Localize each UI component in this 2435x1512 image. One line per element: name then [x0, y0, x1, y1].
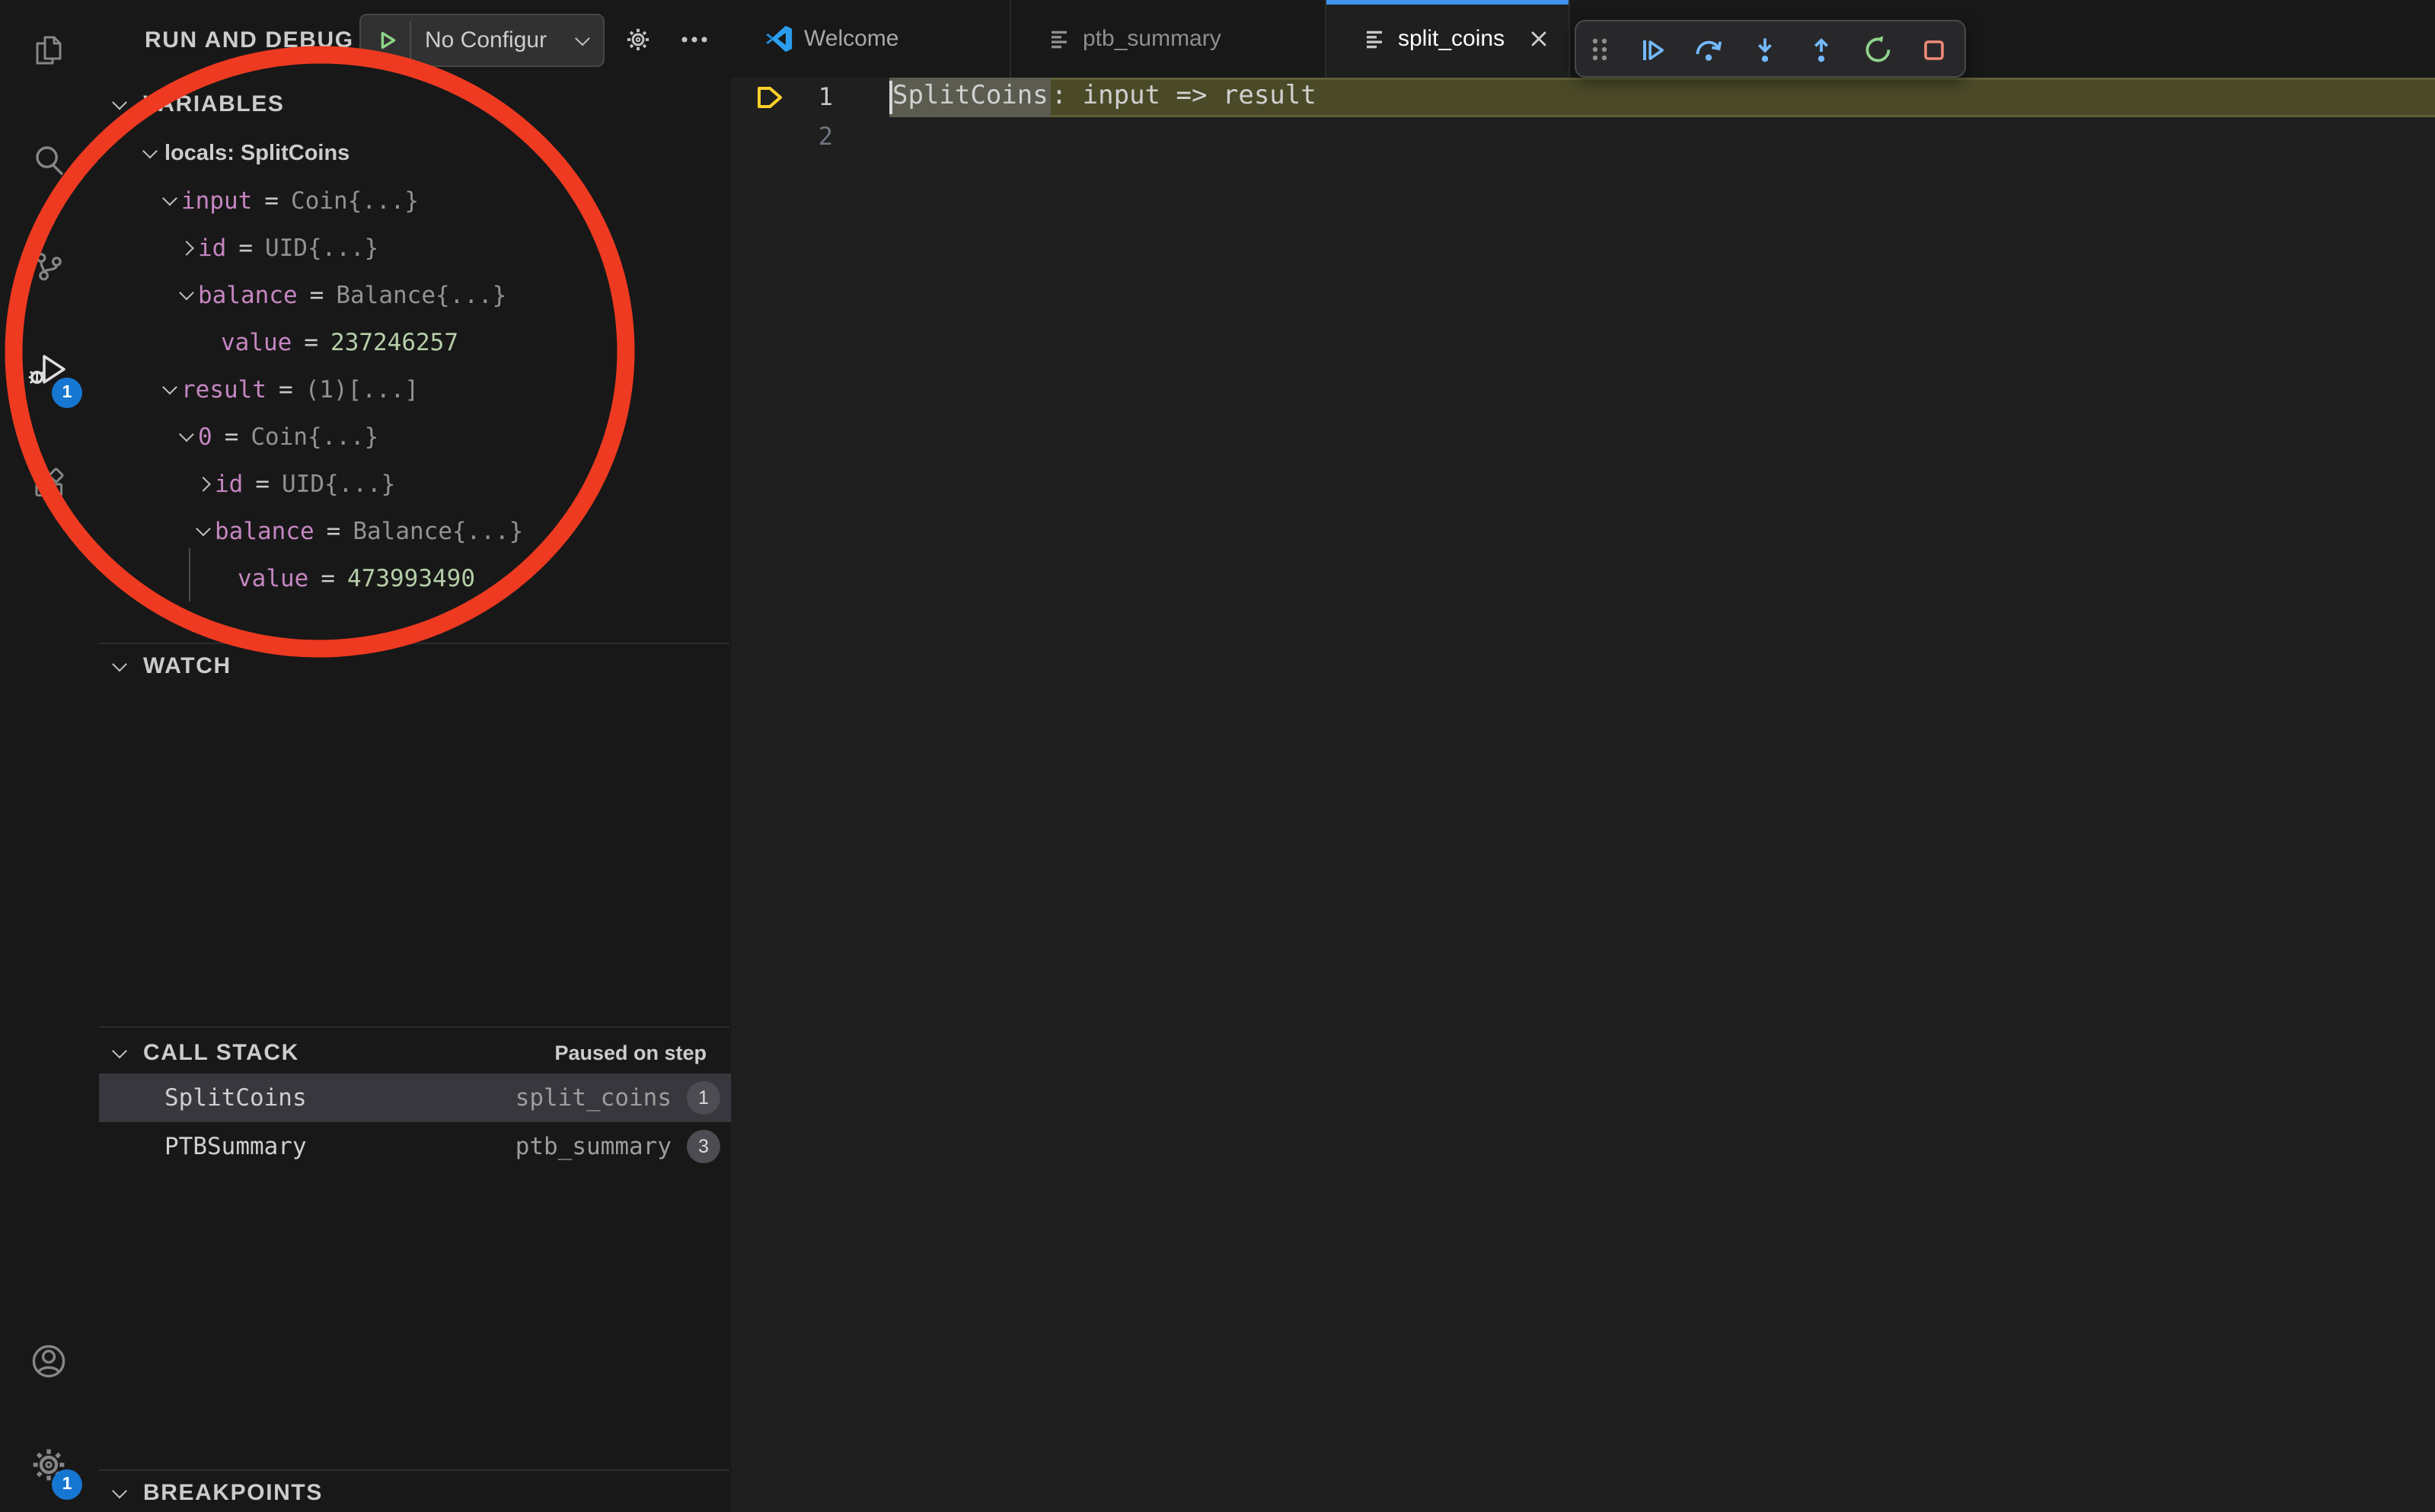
tab-ptb-summary[interactable]: ptb_summary: [1011, 0, 1326, 78]
activity-bar: 1: [0, 0, 101, 1512]
pause-status: Paused on step: [554, 1041, 707, 1064]
code-line[interactable]: SplitCoins: input => result: [889, 78, 1316, 116]
highlighted-word: SplitCoins: [889, 78, 1052, 116]
extensions-icon[interactable]: [0, 464, 97, 501]
variable-row[interactable]: id=UID{...}: [99, 460, 731, 507]
settings-badge: 1: [52, 1469, 82, 1500]
editor-group: Welcome ptb_summary spli: [731, 0, 2435, 1512]
list-icon: [1363, 27, 1387, 51]
variable-row[interactable]: id=UID{...}: [99, 224, 731, 271]
section-divider: [99, 1469, 729, 1471]
tab-welcome[interactable]: Welcome: [731, 0, 1011, 78]
line-number: 1: [731, 78, 833, 116]
stack-frame-row[interactable]: PTBSummary ptb_summary 3: [99, 1122, 731, 1171]
call-stack-section-label: CALL STACK: [143, 1040, 299, 1066]
debug-config-dropdown[interactable]: No Configur: [359, 14, 605, 67]
frame-line-badge: 3: [687, 1130, 720, 1163]
watch-section-label: WATCH: [143, 653, 231, 679]
drag-handle-icon[interactable]: [1582, 33, 1616, 66]
stop-icon[interactable]: [1917, 33, 1951, 66]
chevron-down-icon[interactable]: [574, 30, 594, 50]
tab-label: split_coins: [1398, 26, 1505, 52]
account-icon[interactable]: [0, 1341, 97, 1381]
sidebar-title: RUN AND DEBUG: [145, 27, 354, 53]
tab-label: Welcome: [804, 26, 899, 52]
call-stack-section-header[interactable]: CALL STACK Paused on step: [99, 1032, 731, 1073]
variables-section-header[interactable]: VARIABLES: [99, 84, 731, 125]
chevron-down-icon: [178, 285, 198, 305]
chevron-none: [201, 332, 221, 352]
stack-frame-row[interactable]: SplitCoins split_coins 1: [99, 1073, 731, 1122]
list-icon: [1048, 27, 1072, 51]
explorer-icon[interactable]: [0, 32, 97, 69]
step-into-icon[interactable]: [1748, 33, 1782, 66]
step-out-icon[interactable]: [1805, 33, 1838, 66]
variable-row[interactable]: 0=Coin{...}: [99, 413, 731, 460]
debug-toolbar: [1575, 19, 1966, 78]
section-divider: [99, 1026, 729, 1028]
variable-row[interactable]: result=(1)[...]: [99, 365, 731, 413]
debug-badge: 1: [52, 378, 82, 408]
scope-label: locals: SplitCoins: [164, 141, 349, 165]
variable-row[interactable]: input=Coin{...}: [99, 177, 731, 224]
chevron-right-icon: [195, 474, 215, 493]
chevron-right-icon: [178, 238, 198, 257]
vscode-window: 1: [0, 0, 2435, 1512]
start-debug-play-icon[interactable]: [378, 30, 397, 50]
variable-row[interactable]: value=237246257: [99, 318, 731, 365]
chevron-down-icon: [111, 656, 131, 676]
continue-icon[interactable]: [1636, 33, 1669, 66]
gear-icon[interactable]: [624, 26, 652, 53]
chevron-down-icon: [111, 1483, 131, 1503]
variable-row[interactable]: balance=Balance{...}: [99, 507, 731, 554]
chevron-down-icon: [195, 521, 215, 541]
chevron-none: [218, 568, 238, 588]
source-control-icon[interactable]: [0, 248, 97, 285]
vscode-logo-icon: [764, 24, 793, 53]
scope-row[interactable]: locals: SplitCoins: [99, 129, 731, 177]
variables-tree: locals: SplitCoins input=Coin{...} id=UI…: [99, 129, 731, 601]
chevron-down-icon: [142, 143, 161, 163]
chevron-down-icon: [111, 94, 131, 114]
close-icon[interactable]: [1523, 24, 1553, 54]
tab-label: ptb_summary: [1083, 26, 1221, 52]
settings-gear-icon[interactable]: [0, 1445, 97, 1485]
text-cursor: [889, 81, 892, 113]
chevron-down-icon: [111, 1043, 131, 1063]
config-dropdown-label[interactable]: No Configur: [425, 27, 574, 53]
chevron-down-icon: [161, 379, 181, 399]
breakpoints-section-label: BREAKPOINTS: [143, 1480, 323, 1506]
indent-guide: [189, 548, 190, 601]
run-debug-sidebar: RUN AND DEBUG No Configur: [99, 0, 732, 1512]
watch-section-header[interactable]: WATCH: [99, 646, 731, 687]
frame-line-badge: 1: [687, 1081, 720, 1115]
chevron-down-icon: [178, 426, 198, 446]
chevron-down-icon: [161, 190, 181, 210]
section-divider: [99, 643, 729, 644]
variable-row[interactable]: value=473993490: [99, 554, 731, 601]
restart-icon[interactable]: [1861, 33, 1894, 66]
dropdown-divider: [410, 21, 411, 60]
variable-row[interactable]: balance=Balance{...}: [99, 271, 731, 318]
breakpoints-section-header[interactable]: BREAKPOINTS: [99, 1472, 731, 1512]
more-actions-icon[interactable]: [679, 27, 710, 52]
run-debug-icon[interactable]: [0, 347, 97, 393]
search-icon[interactable]: [0, 142, 97, 178]
line-number: 2: [731, 116, 833, 155]
tab-split-coins[interactable]: split_coins: [1326, 0, 1570, 78]
call-stack-list: SplitCoins split_coins 1 PTBSummary ptb_…: [99, 1073, 731, 1171]
variables-section-label: VARIABLES: [143, 91, 285, 117]
step-over-icon[interactable]: [1692, 33, 1725, 66]
